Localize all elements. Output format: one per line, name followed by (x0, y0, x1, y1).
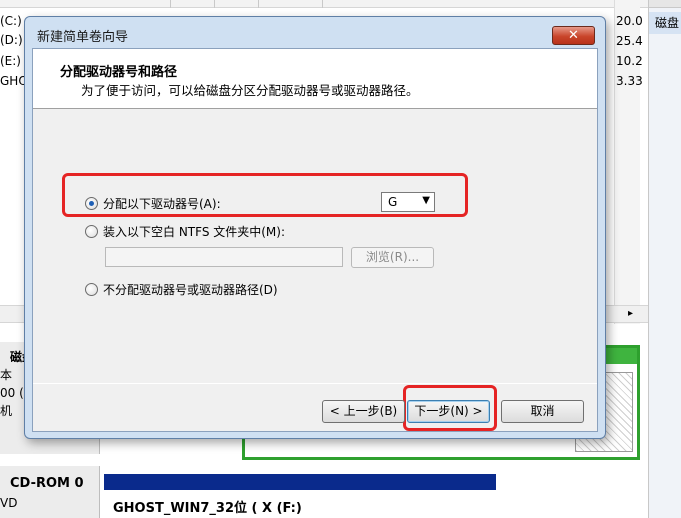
column-divider (170, 0, 171, 8)
option-assign-label: 分配以下驱动器号(A): (103, 197, 221, 211)
capacity-value: 20.0 (616, 14, 643, 28)
new-simple-volume-wizard: 新建简单卷向导 ✕ 分配驱动器号和路径 为了便于访问，可以给磁盘分区分配驱动器号… (24, 16, 606, 439)
actions-header (649, 0, 681, 8)
option-no-letter[interactable]: 不分配驱动器号或驱动器路径(D) (85, 281, 278, 298)
drive-letter-select[interactable]: G ▼ (381, 192, 435, 212)
scroll-right-arrow-icon[interactable]: ▸ (628, 308, 633, 319)
drive-letter-value: G (388, 195, 398, 209)
radio-unchecked-icon[interactable] (85, 283, 98, 296)
capacity-value: 25.4 (616, 34, 643, 48)
button-separator (33, 383, 597, 384)
option-mount-folder[interactable]: 装入以下空白 NTFS 文件夹中(M): (85, 223, 285, 240)
cdrom-label-box[interactable] (0, 466, 100, 518)
column-divider (322, 0, 323, 8)
dropdown-arrow-icon[interactable]: ▼ (422, 195, 430, 206)
page-subtitle: 为了便于访问，可以给磁盘分区分配驱动器号或驱动器路径。 (81, 83, 419, 98)
close-button[interactable]: ✕ (552, 26, 595, 45)
column-divider (214, 0, 215, 8)
volume-ghost[interactable]: GHOS (0, 74, 26, 88)
cancel-button[interactable]: 取消 (501, 400, 584, 423)
option-mount-label: 装入以下空白 NTFS 文件夹中(M): (103, 225, 286, 239)
volume-d[interactable]: (D:) (0, 33, 26, 47)
volume-list-area (614, 0, 640, 330)
title-bar[interactable]: 新建简单卷向导 ✕ (25, 17, 605, 49)
cdrom-title: CD-ROM 0 (10, 476, 84, 491)
option-assign-letter[interactable]: 分配以下驱动器号(A): (85, 195, 221, 212)
browse-button[interactable]: 浏览(R)... (351, 247, 434, 268)
next-button[interactable]: 下一步(N) > (407, 400, 490, 423)
volume-e[interactable]: (E:) (0, 54, 26, 68)
back-button[interactable]: < 上一步(B) (322, 400, 405, 423)
cdrom-volume-name[interactable]: GHOST_WIN7_32位 ( X (F:) (113, 497, 302, 516)
folder-path-input[interactable] (105, 247, 343, 267)
actions-pane: 磁盘 (648, 0, 681, 518)
dialog-body: 分配驱动器号和路径 为了便于访问，可以给磁盘分区分配驱动器号或驱动器路径。 分配… (32, 48, 598, 432)
capacity-value: 3.33 (616, 74, 643, 88)
wizard-header: 分配驱动器号和路径 为了便于访问，可以给磁盘分区分配驱动器号或驱动器路径。 (33, 49, 597, 109)
column-header-strip (0, 0, 660, 8)
cdrom-volume-bar (104, 474, 496, 490)
dialog-title: 新建简单卷向导 (37, 30, 129, 45)
close-icon: ✕ (568, 28, 579, 43)
column-divider (258, 0, 259, 8)
cdrom-subtitle: VD (0, 496, 18, 510)
capacity-value: 10.2 (616, 54, 643, 68)
radio-checked-icon[interactable] (85, 197, 98, 210)
radio-unchecked-icon[interactable] (85, 225, 98, 238)
option-none-label: 不分配驱动器号或驱动器路径(D) (103, 283, 278, 297)
actions-item-disk[interactable]: 磁盘 (649, 12, 681, 34)
page-title: 分配驱动器号和路径 (60, 65, 178, 80)
volume-c[interactable]: (C:) (0, 14, 26, 28)
